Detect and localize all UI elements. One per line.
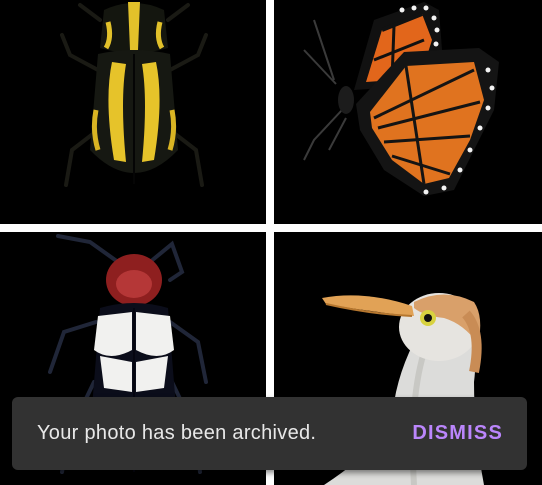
- butterfly-image: [303, 2, 499, 196]
- beetle-yellow-image: [60, 2, 208, 187]
- snackbar-message: Your photo has been archived.: [37, 422, 317, 444]
- photo-tile-butterfly[interactable]: [274, 0, 542, 224]
- snackbar: Your photo has been archived. DISMISS: [12, 397, 527, 470]
- dismiss-button[interactable]: DISMISS: [412, 422, 503, 445]
- screen: Your photo has been archived. DISMISS: [0, 0, 542, 485]
- photo-tile-beetle-yellow[interactable]: [0, 0, 266, 224]
